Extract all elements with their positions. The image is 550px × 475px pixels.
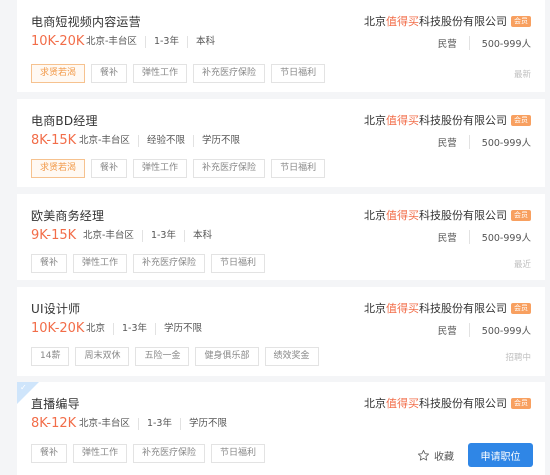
collect-label: 收藏 — [434, 451, 454, 463]
company-info: 民营 500-999人 — [438, 135, 531, 149]
job-salary: 10K-20K — [31, 321, 85, 336]
job-education: 本科 — [183, 230, 220, 242]
job-salary: 9K-15K — [31, 228, 77, 243]
job-location: 北京-丰台区 — [86, 36, 137, 47]
job-requirements: 北京 1-3年 学历不限 — [86, 322, 210, 336]
tag: 弹性工作 — [73, 444, 128, 463]
tag: 节日福利 — [211, 254, 266, 273]
job-salary: 8K-12K — [31, 416, 77, 431]
benefit-tags: 餐补 弹性工作 补充医疗保险 节日福利 — [31, 254, 266, 273]
tag: 餐补 — [31, 254, 68, 273]
job-location: 北京-丰台区 — [83, 230, 134, 241]
job-requirements: 北京-丰台区 1-3年 学历不限 — [79, 417, 235, 431]
benefit-tags: 求贤若渴 餐补 弹性工作 补充医疗保险 节日福利 — [31, 64, 326, 83]
job-status: 最近 — [513, 260, 531, 270]
tag: 健身俱乐部 — [195, 347, 259, 366]
job-experience: 1-3年 — [137, 418, 180, 430]
job-title[interactable]: 直播编导 — [31, 395, 80, 412]
company-size: 500-999人 — [468, 323, 531, 337]
tag: 餐补 — [31, 444, 68, 463]
tag: 补充医疗保险 — [193, 159, 266, 178]
tag: 补充医疗保险 — [133, 254, 206, 273]
job-action-bar: 收藏 申请职位 — [333, 435, 550, 475]
job-status: 最新 — [513, 70, 531, 80]
vip-badge: 会员 — [511, 209, 531, 221]
tag: 节日福利 — [211, 444, 266, 463]
company-name[interactable]: 北京 值得买 科技股份有限公司 会员 — [364, 112, 531, 128]
tag: 餐补 — [91, 64, 128, 83]
job-education: 学历不限 — [155, 323, 210, 335]
company-size: 500-999人 — [468, 36, 531, 50]
job-location: 北京-丰台区 — [79, 418, 130, 429]
apply-button[interactable]: 申请职位 — [468, 443, 533, 467]
job-list: 电商短视频内容运营 10K-20K 北京-丰台区 1-3年 本科 北京 值得买 科技… — [0, 0, 550, 475]
check-icon: ✓ — [20, 383, 27, 392]
tag: 补充医疗保险 — [193, 64, 266, 83]
tag: 弹性工作 — [133, 64, 188, 83]
job-location: 北京 — [86, 323, 106, 334]
company-type: 民营 — [437, 39, 457, 50]
tag: 弹性工作 — [73, 254, 128, 273]
job-card[interactable]: 电商BD经理 8K-15K 北京-丰台区 经验不限 学历不限 北京 值得买 科技股份… — [17, 99, 545, 187]
job-card[interactable]: 欧美商务经理 9K-15K 北京-丰台区 1-3年 本科 北京 值得买 科技股份有限… — [17, 194, 545, 280]
job-title[interactable]: 欧美商务经理 — [31, 207, 104, 224]
job-status: 招聘中 — [505, 353, 531, 363]
vip-badge: 会员 — [511, 15, 531, 27]
company-name[interactable]: 北京 值得买 科技股份有限公司 会员 — [364, 13, 531, 29]
job-salary: 8K-15K — [31, 133, 77, 148]
tag: 绩效奖金 — [264, 347, 319, 366]
job-requirements: 北京-丰台区 1-3年 本科 — [83, 229, 220, 243]
collect-button[interactable]: 收藏 — [417, 448, 454, 463]
tag: 餐补 — [91, 159, 128, 178]
company-name[interactable]: 北京 值得买 科技股份有限公司 会员 — [364, 207, 531, 223]
job-card[interactable]: 电商短视频内容运营 10K-20K 北京-丰台区 1-3年 本科 北京 值得买 科技… — [17, 0, 545, 92]
vip-badge: 会员 — [511, 114, 531, 126]
benefit-tags: 餐补 弹性工作 补充医疗保险 节日福利 — [31, 444, 266, 463]
job-education: 学历不限 — [192, 135, 248, 147]
company-info: 民营 500-999人 — [438, 230, 531, 244]
job-education: 学历不限 — [179, 418, 235, 430]
job-education: 本科 — [186, 36, 223, 48]
company-type: 民营 — [437, 138, 457, 149]
company-name[interactable]: 北京 值得买 科技股份有限公司 会员 — [364, 395, 531, 411]
benefit-tags: 求贤若渴 餐补 弹性工作 补充医疗保险 节日福利 — [31, 159, 326, 178]
job-experience: 1-3年 — [141, 230, 184, 242]
job-title[interactable]: UI设计师 — [31, 300, 80, 317]
company-info: 民营 500-999人 — [438, 323, 531, 337]
tag-urgent: 求贤若渴 — [31, 159, 86, 178]
job-title[interactable]: 电商BD经理 — [31, 112, 98, 129]
tag-urgent: 求贤若渴 — [31, 64, 86, 83]
tag: 14薪 — [31, 347, 70, 366]
tag: 节日福利 — [271, 64, 326, 83]
tag: 周末双休 — [75, 347, 130, 366]
company-size: 500-999人 — [468, 230, 531, 244]
job-experience: 经验不限 — [137, 135, 193, 147]
tag: 节日福利 — [271, 159, 326, 178]
job-experience: 1-3年 — [113, 323, 155, 335]
vip-badge: 会员 — [511, 397, 531, 409]
tag: 五险一金 — [135, 347, 190, 366]
company-type: 民营 — [437, 233, 457, 244]
company-size: 500-999人 — [468, 135, 531, 149]
job-requirements: 北京-丰台区 经验不限 学历不限 — [79, 134, 248, 148]
company-type: 民营 — [437, 326, 457, 337]
vip-badge: 会员 — [511, 302, 531, 314]
company-name[interactable]: 北京 值得买 科技股份有限公司 会员 — [364, 300, 531, 316]
job-location: 北京-丰台区 — [79, 135, 130, 146]
job-experience: 1-3年 — [144, 36, 187, 48]
tag: 补充医疗保险 — [133, 444, 206, 463]
benefit-tags: 14薪 周末双休 五险一金 健身俱乐部 绩效奖金 — [31, 347, 319, 366]
star-outline-icon — [417, 449, 430, 461]
tag: 弹性工作 — [133, 159, 188, 178]
job-salary: 10K-20K — [31, 34, 85, 49]
job-title[interactable]: 电商短视频内容运营 — [31, 13, 141, 30]
job-requirements: 北京-丰台区 1-3年 本科 — [86, 35, 223, 49]
job-card[interactable]: UI设计师 10K-20K 北京 1-3年 学历不限 北京 值得买 科技股份有限公司… — [17, 287, 545, 376]
company-info: 民营 500-999人 — [438, 36, 531, 50]
